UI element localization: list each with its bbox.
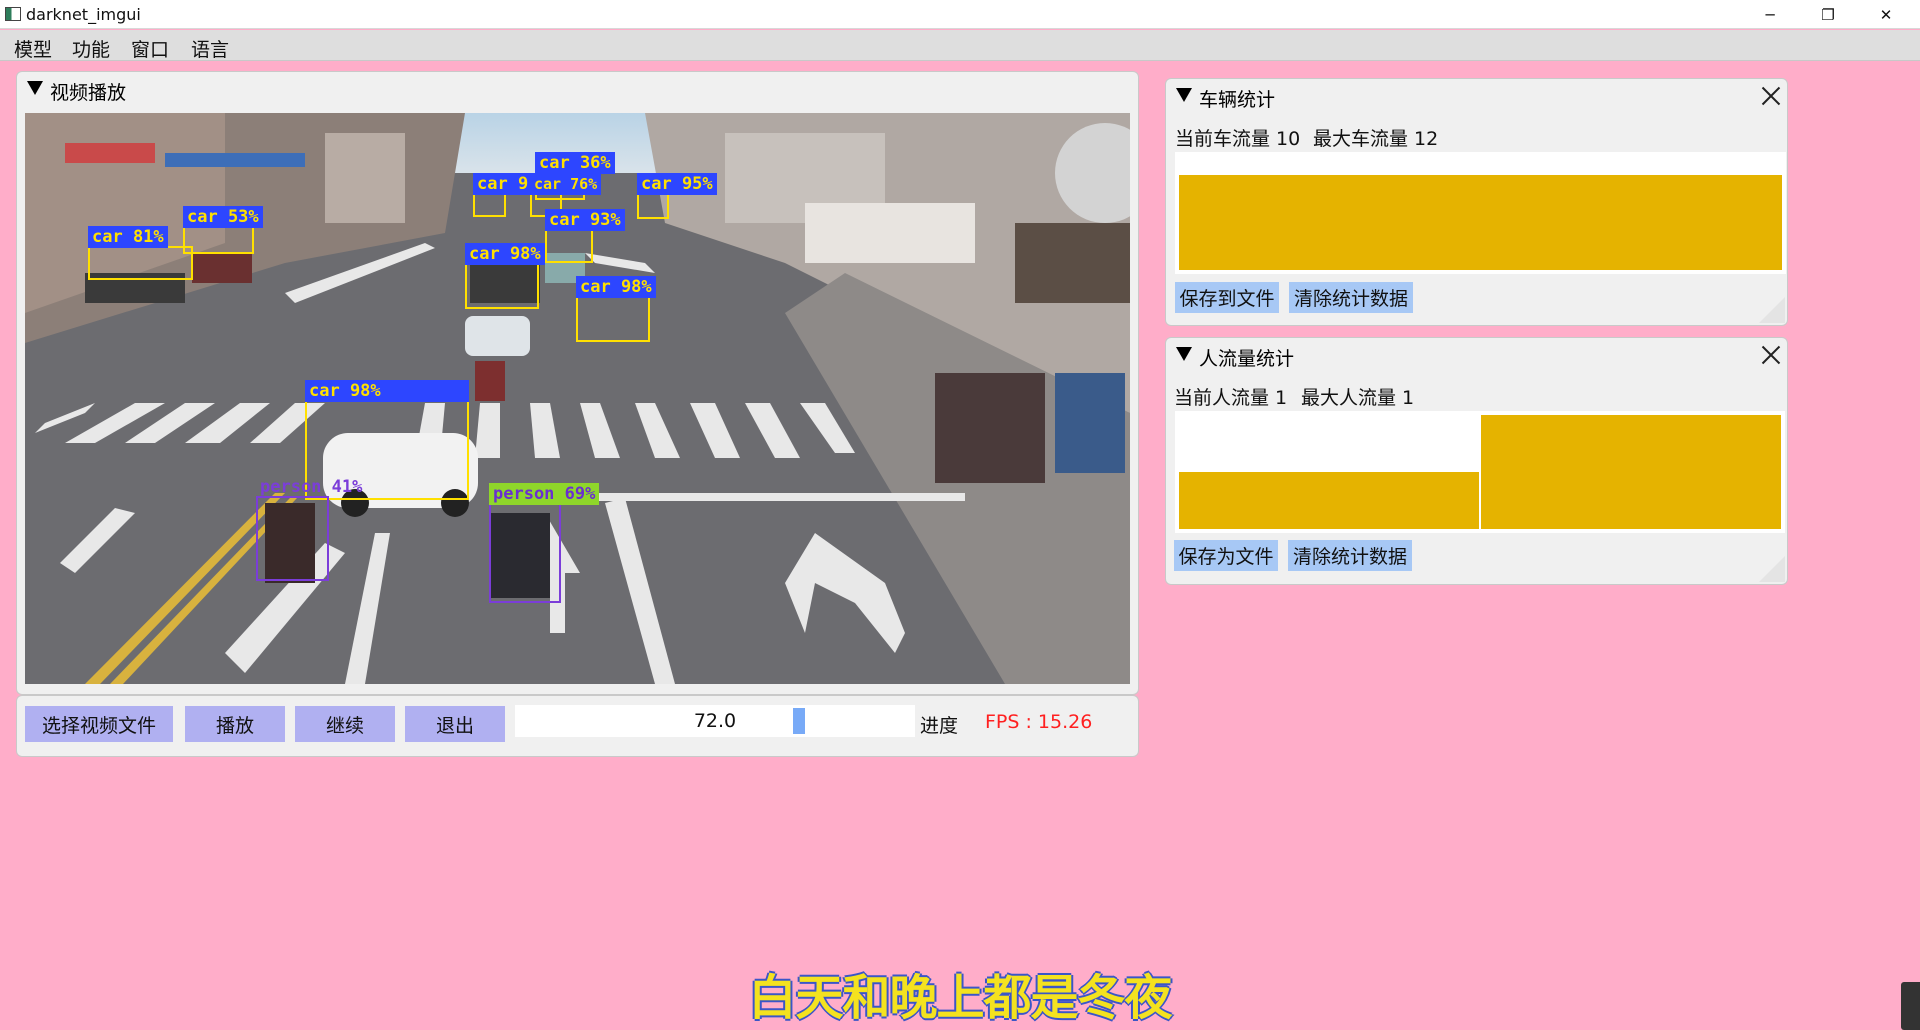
menu-language[interactable]: 语言 — [191, 35, 229, 62]
people-flow-chart — [1175, 411, 1785, 533]
video-subtitle: 白天和晚上都是冬夜 — [748, 970, 1172, 1026]
progress-value: 72.0 — [693, 710, 737, 732]
detection-box: car 93% — [545, 209, 625, 263]
detection-box: car 81% — [88, 226, 193, 280]
vehicle-current-count: 当前车流量 10 — [1175, 128, 1301, 150]
play-button[interactable]: 播放 — [185, 706, 285, 742]
vehicle-flow-chart — [1175, 152, 1786, 274]
detection-label: car 98% — [465, 243, 545, 265]
exit-button[interactable]: 退出 — [405, 706, 505, 742]
collapse-triangle-icon[interactable] — [1176, 88, 1192, 102]
detection-label: car 76% — [530, 173, 602, 195]
detection-box: car 98% — [465, 243, 545, 309]
detection-label: car 93% — [545, 209, 625, 231]
detection-label: person 41% — [260, 477, 363, 497]
menu-function[interactable]: 功能 — [72, 35, 110, 62]
detection-box: person 69% — [489, 483, 600, 603]
video-panel-header[interactable]: 视频播放 — [17, 72, 1138, 106]
detection-label: car 98% — [576, 276, 656, 298]
continue-button[interactable]: 继续 — [295, 706, 395, 742]
people-current-count: 当前人流量 1 — [1174, 387, 1288, 409]
detection-label: car 98% — [305, 380, 469, 402]
detection-box: person 41% — [256, 477, 362, 581]
detection-box: car 9 — [473, 173, 533, 217]
detection-label: person 69% — [489, 483, 600, 505]
collapse-triangle-icon[interactable] — [27, 81, 43, 95]
collapse-triangle-icon[interactable] — [1176, 347, 1192, 361]
detection-label: car 95% — [637, 173, 717, 195]
fps-readout: FPS : 15.26 — [985, 711, 1093, 733]
resize-grip-icon[interactable] — [1759, 556, 1785, 582]
menu-model[interactable]: 模型 — [14, 35, 52, 62]
resize-grip-icon[interactable] — [1759, 297, 1785, 323]
detection-box: car 53% — [183, 206, 263, 254]
video-panel-title: 视频播放 — [50, 82, 127, 104]
progress-slider[interactable]: 72.0 — [515, 705, 915, 737]
detection-box: car 95% — [637, 173, 717, 219]
vehicle-stats-title: 车辆统计 — [1199, 89, 1276, 111]
clear-stats-button[interactable]: 清除统计数据 — [1288, 540, 1412, 571]
chart-bar — [1481, 415, 1781, 529]
detection-box: car 98% — [576, 276, 656, 342]
people-max-count: 最大人流量 1 — [1301, 387, 1415, 409]
video-frame: car 81% car 53% car 36% car 76% car 9 ca… — [25, 113, 1130, 684]
detection-label: car 81% — [88, 226, 168, 248]
scrollbar-thumb[interactable] — [1901, 982, 1920, 1030]
save-as-file-button[interactable]: 保存为文件 — [1174, 540, 1278, 571]
clear-stats-button[interactable]: 清除统计数据 — [1289, 282, 1413, 313]
detection-label: car 53% — [183, 206, 263, 228]
chart-bar — [1179, 472, 1479, 529]
menu-window[interactable]: 窗口 — [131, 35, 169, 62]
close-icon[interactable] — [1760, 85, 1782, 107]
detection-label: car 36% — [535, 152, 615, 174]
menu-bar: 模型 功能 窗口 语言 — [0, 30, 1920, 61]
close-icon[interactable] — [1760, 344, 1782, 366]
maximize-button[interactable]: ❐ — [1799, 0, 1857, 29]
window-titlebar: darknet_imgui ─ ❐ ✕ — [0, 0, 1920, 29]
chart-bar — [1179, 175, 1782, 270]
window-title: darknet_imgui — [26, 5, 141, 24]
people-stats-header[interactable]: 人流量统计 — [1166, 338, 1787, 372]
select-video-file-button[interactable]: 选择视频文件 — [25, 706, 173, 742]
minimize-button[interactable]: ─ — [1741, 0, 1799, 29]
detection-label: car 9 — [473, 173, 533, 195]
progress-slider-handle[interactable] — [793, 708, 805, 734]
people-stats-title: 人流量统计 — [1199, 348, 1295, 370]
progress-label: 进度 — [920, 715, 959, 737]
vehicle-max-count: 最大车流量 12 — [1313, 128, 1439, 150]
vehicle-stats-header[interactable]: 车辆统计 — [1166, 79, 1787, 113]
app-icon — [5, 7, 21, 21]
close-window-button[interactable]: ✕ — [1857, 0, 1915, 29]
save-to-file-button[interactable]: 保存到文件 — [1175, 282, 1279, 313]
